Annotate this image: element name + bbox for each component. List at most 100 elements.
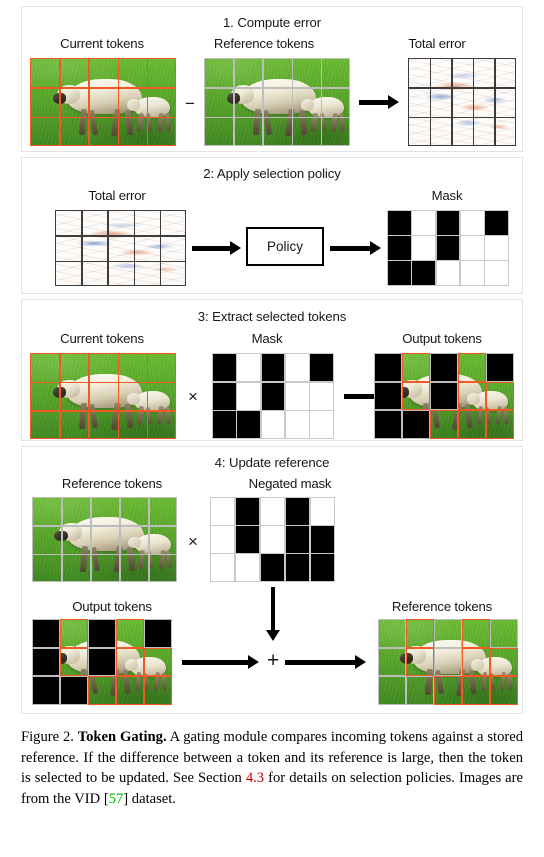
arrow-head	[248, 655, 259, 669]
panel-compute-error: 1. Compute error Current tokens Referenc…	[21, 6, 523, 152]
mask-cell	[412, 236, 436, 260]
figure-caption: Figure 2. Token Gating. A gating module …	[21, 727, 523, 810]
image-output-tokens-p4	[32, 619, 172, 705]
lamb-head	[127, 99, 141, 111]
operator-plus-p4: +	[267, 649, 280, 672]
arrow-to-sum-p4	[182, 655, 260, 669]
ewe-face	[54, 531, 69, 542]
image-total-error-p1	[408, 58, 516, 146]
mask-cell	[285, 411, 309, 438]
mask-cell	[436, 261, 460, 285]
mask-cell	[261, 382, 285, 410]
mask-cell	[261, 354, 285, 381]
mask-cell	[213, 382, 236, 410]
mask-cell	[310, 382, 333, 410]
panel-update-reference: 4: Update reference Reference tokens Neg…	[21, 446, 523, 714]
mask-cell	[460, 211, 484, 235]
policy-box[interactable]: Policy	[246, 227, 324, 266]
mask-cell	[310, 354, 333, 381]
image-total-error-p2	[55, 210, 186, 286]
image-updated-reference-tokens-p4	[378, 619, 518, 705]
label-reference-tokens-p4-bottom: Reference tokens	[391, 599, 493, 614]
mask-cell	[310, 554, 334, 581]
mask-cell	[310, 411, 333, 438]
caption-text-3: ] dataset.	[123, 791, 176, 808]
mask-cell	[388, 261, 411, 285]
arrow-shaft	[271, 587, 275, 631]
arrow-shaft	[330, 246, 371, 251]
mask-cell	[211, 498, 235, 525]
mask-cell	[310, 526, 334, 553]
label-negated-mask-p4: Negated mask	[248, 476, 332, 491]
arrow-head	[266, 630, 280, 641]
section-reference-link[interactable]: 4.3	[246, 770, 264, 786]
arrow-shaft	[285, 660, 356, 665]
mask-cell	[237, 354, 261, 381]
arrow-head	[388, 95, 399, 109]
panel-3-title: 3: Extract selected tokens	[197, 309, 347, 324]
mask-cell	[436, 211, 460, 235]
operator-times-p3: ×	[188, 387, 198, 406]
mask-cell	[213, 411, 236, 438]
operator-minus-p1: −	[185, 94, 195, 113]
mask-cell	[235, 498, 260, 525]
image-reference-tokens-p4	[32, 497, 177, 582]
mask-cell	[485, 211, 508, 235]
mask-cell	[237, 382, 261, 410]
arrow-to-total-error-p1	[359, 95, 399, 109]
panel-extract-selected-tokens: 3: Extract selected tokens Current token…	[21, 299, 523, 441]
mask-cell	[285, 354, 309, 381]
arrow-head	[355, 655, 366, 669]
mask-cell	[460, 261, 484, 285]
mask-cell	[211, 526, 235, 553]
mask-cell	[388, 236, 411, 260]
error-heatmap-detail	[55, 210, 186, 286]
mask-cell	[260, 554, 285, 581]
mask-cell	[436, 236, 460, 260]
lamb-head	[301, 99, 315, 111]
mask-grid-p3	[212, 353, 334, 439]
caption-bold-title: Token Gating.	[77, 729, 167, 745]
policy-box-label: Policy	[266, 239, 303, 254]
lamb-head	[471, 659, 484, 671]
ewe-face	[399, 653, 413, 664]
operator-times-p4: ×	[188, 532, 198, 551]
ewe-face	[226, 93, 241, 104]
arrow-shaft	[359, 100, 389, 105]
mask-cell	[285, 498, 310, 525]
mask-grid-p2	[387, 210, 509, 286]
label-reference-tokens-p4-top: Reference tokens	[61, 476, 163, 491]
arrow-down-to-sum-p4	[266, 587, 280, 641]
panel-2-title: 2: Apply selection policy	[203, 166, 341, 181]
mask-cell	[485, 261, 508, 285]
panel-4-title: 4: Update reference	[214, 455, 330, 470]
arrow-shaft	[182, 660, 249, 665]
mask-cell	[261, 411, 285, 438]
citation-link[interactable]: 57	[109, 791, 124, 807]
label-total-error-p2: Total error	[88, 188, 146, 203]
arrow-to-mask-p2	[330, 241, 382, 255]
image-reference-tokens-p1	[204, 58, 350, 146]
label-output-tokens-p4: Output tokens	[72, 599, 152, 614]
label-current-tokens-p3: Current tokens	[60, 331, 144, 346]
mask-cell	[285, 526, 310, 553]
figure-token-gating: 1. Compute error Current tokens Referenc…	[0, 0, 544, 720]
label-total-error-p1: Total error	[408, 36, 466, 51]
arrow-to-reference-p4	[285, 655, 367, 669]
mask-cell	[285, 382, 309, 410]
mask-cell	[260, 526, 285, 553]
lamb-head	[128, 536, 142, 548]
image-current-tokens-p1	[30, 58, 176, 146]
lamb-head	[127, 393, 141, 405]
label-mask-p3: Mask	[251, 331, 283, 346]
mask-cell	[460, 236, 484, 260]
ewe-face	[395, 387, 409, 398]
mask-cell	[310, 498, 334, 525]
ewe-face	[53, 653, 67, 664]
label-mask-p2: Mask	[431, 188, 463, 203]
mask-cell	[237, 411, 261, 438]
panel-1-title: 1. Compute error	[222, 15, 322, 30]
ewe-face	[52, 387, 67, 398]
arrow-head	[370, 241, 381, 255]
ewe-face	[52, 93, 67, 104]
